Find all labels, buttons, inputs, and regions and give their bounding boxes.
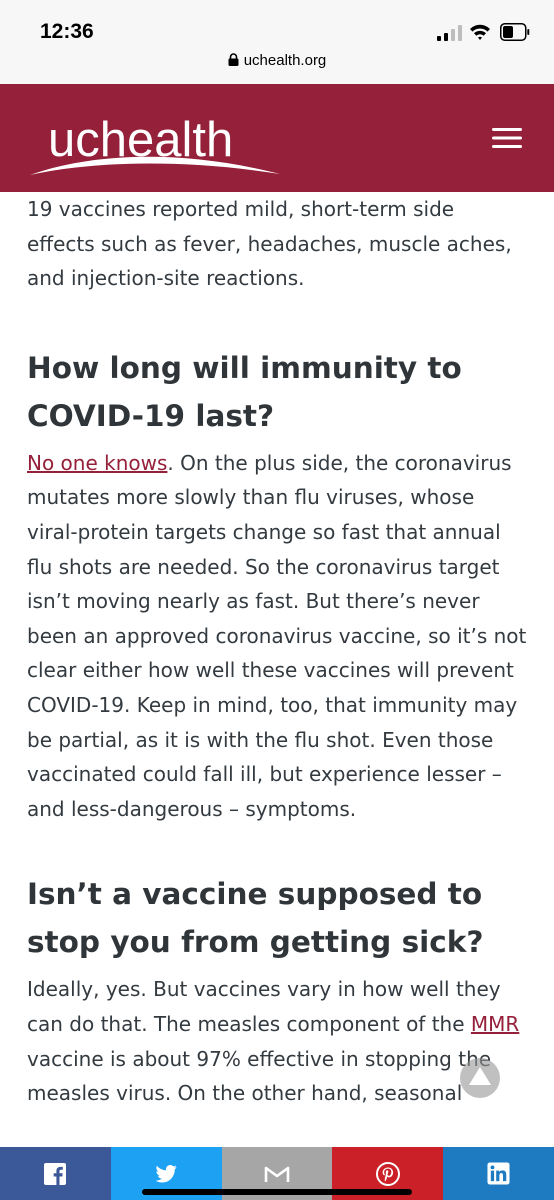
url-text: uchealth.org: [243, 52, 327, 69]
home-indicator[interactable]: [142, 1189, 412, 1195]
immunity-text: . On the plus side, the coronavirus muta…: [27, 450, 527, 821]
pinterest-icon: [375, 1161, 400, 1186]
mail-icon: [264, 1166, 290, 1182]
section-heading-immunity: How long will immunity to COVID-19 last?: [27, 350, 462, 433]
status-time: 12:36: [40, 20, 94, 43]
wifi-icon: [470, 24, 490, 40]
battery-icon: [500, 23, 530, 41]
intro-paragraph: 19 vaccines reported mild, short-term si…: [27, 197, 512, 291]
no-one-knows-link[interactable]: No one knows: [27, 451, 167, 475]
facebook-icon: [44, 1162, 67, 1185]
section-paragraph-vaccine: Ideally, yes. But vaccines vary in how w…: [27, 972, 527, 1110]
lock-icon: [228, 53, 239, 66]
mmr-link[interactable]: MMR: [471, 1012, 519, 1036]
linkedin-share-button[interactable]: [443, 1147, 554, 1200]
vaccine-text-a: Ideally, yes. But vaccines vary in how w…: [27, 977, 501, 1036]
twitter-icon: [155, 1164, 177, 1182]
linkedin-icon: [487, 1162, 510, 1185]
vaccine-text-b: vaccine is about 97% effective in stoppi…: [27, 1046, 492, 1106]
address-bar[interactable]: uchealth.org: [0, 52, 554, 69]
status-bar: 12:36 uchealth.org: [0, 0, 554, 84]
facebook-share-button[interactable]: [0, 1147, 111, 1200]
scroll-to-top-button[interactable]: [460, 1058, 500, 1098]
hamburger-menu-icon[interactable]: [492, 126, 524, 150]
article-body: 19 vaccines reported mild, short-term si…: [27, 192, 527, 1111]
uchealth-logo[interactable]: uchealth: [28, 106, 288, 176]
site-header: uchealth: [0, 84, 554, 192]
arrow-up-icon: [469, 1067, 491, 1085]
cellular-signal-icon: [437, 25, 462, 41]
section-paragraph-immunity: No one knows. On the plus side, the coro…: [27, 446, 527, 827]
section-heading-vaccine: Isn’t a vaccine supposed to stop you fro…: [27, 877, 484, 960]
logo-arc-icon: [30, 156, 280, 175]
